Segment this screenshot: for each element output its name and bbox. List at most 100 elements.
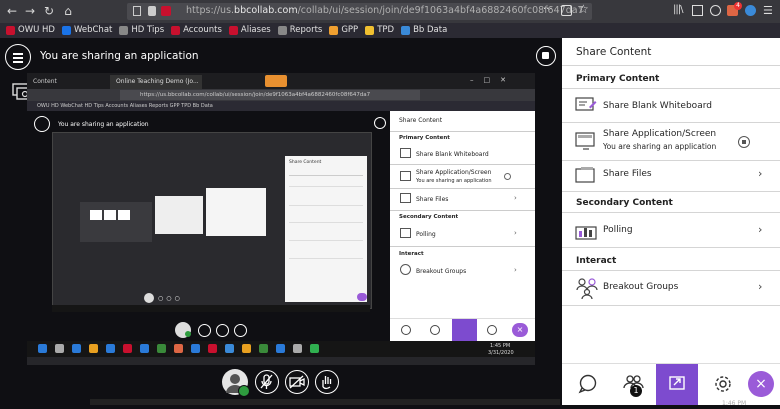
- bookmark-item[interactable]: WebChat: [61, 25, 112, 35]
- taskbar-app-icon: [89, 344, 98, 353]
- bookmark-item[interactable]: HD Tips: [119, 25, 164, 35]
- nested-divider: [289, 175, 363, 176]
- taskbar-app-icon: [140, 344, 149, 353]
- taskbar-app-icon: [123, 344, 132, 353]
- bookmark-icon: [6, 25, 15, 35]
- inner-window-controls: –□✕: [470, 76, 516, 84]
- secondary-content-heading: Secondary Content: [576, 198, 673, 208]
- pocket-icon[interactable]: [561, 5, 572, 16]
- nested-thumb: [118, 210, 130, 220]
- bookmark-icon: [171, 25, 181, 35]
- nested-divider: [289, 205, 363, 206]
- chevron-right-icon: ›: [758, 280, 763, 293]
- stop-sharing-button[interactable]: [536, 46, 556, 66]
- taskbar-app-icon: [259, 344, 268, 353]
- star-icon[interactable]: ☆: [578, 2, 589, 16]
- divider: [562, 65, 780, 66]
- nested-divider: [289, 240, 363, 241]
- taskbar-app-icon: [106, 344, 115, 353]
- share-whiteboard-item[interactable]: Share Blank Whiteboard: [562, 89, 780, 122]
- attendee-count-badge: 1: [630, 385, 642, 397]
- inner-tab-content: Content: [33, 78, 57, 85]
- files-label: Share Files: [603, 169, 652, 179]
- bookmark-item[interactable]: TPD: [365, 25, 394, 35]
- whiteboard-label: Share Blank Whiteboard: [603, 101, 712, 111]
- raise-hand-button[interactable]: [315, 370, 339, 394]
- reload-icon[interactable]: ↻: [41, 3, 57, 19]
- home-icon[interactable]: ⌂: [60, 3, 76, 19]
- inner-status-dot: [185, 331, 191, 337]
- inner-secondary-heading: Secondary Content: [399, 214, 459, 220]
- inner-clock-time: 1:45 PM: [490, 343, 511, 349]
- sharing-status-text: You are sharing an application: [40, 50, 199, 62]
- inner-clock-date: 3/31/2020: [488, 350, 514, 356]
- taskbar-app-icon: [225, 344, 234, 353]
- account-icon[interactable]: [710, 5, 721, 16]
- bookmark-label: GPP: [341, 25, 359, 35]
- application-label: Share Application/Screen: [603, 129, 717, 139]
- chat-icon[interactable]: [577, 373, 599, 395]
- sidebar-icon[interactable]: [692, 5, 703, 16]
- inner-stop-small-icon: [504, 173, 511, 180]
- page-actions-icon[interactable]: ···: [543, 4, 553, 15]
- inner-bookmarks: OWU HD WebChat HD Tips Accounts Aliases …: [27, 101, 535, 111]
- page-info-icon[interactable]: [133, 6, 141, 16]
- menu-icon[interactable]: ☰: [763, 4, 773, 17]
- inner-share-tab: [452, 319, 477, 341]
- share-files-item[interactable]: Share Files ›: [562, 161, 780, 191]
- nested-panel-title: Share Content: [289, 160, 322, 165]
- inner-taskbar-icons: [38, 344, 319, 353]
- inner-chevron-icon: ›: [514, 266, 517, 274]
- extension-globe-icon[interactable]: [745, 5, 756, 16]
- application-status: You are sharing an application: [603, 142, 717, 151]
- inner-menu-icon: [34, 116, 50, 132]
- back-icon[interactable]: ←: [4, 3, 20, 19]
- taskbar-app-icon: [72, 344, 81, 353]
- inner-share-indicator-icon: [265, 75, 287, 87]
- status-badge: [238, 385, 250, 397]
- inner-whiteboard-label: Share Blank Whiteboard: [416, 151, 489, 158]
- session-menu-button[interactable]: [5, 44, 31, 70]
- bookmark-item[interactable]: OWU HD: [6, 25, 55, 35]
- library-icon[interactable]: |||\: [673, 4, 684, 15]
- screen-share-indicator-icon[interactable]: [161, 6, 171, 16]
- inner-divider: [390, 188, 535, 189]
- inner-polling-icon: [400, 228, 411, 238]
- taskbar-app-icon: [191, 344, 200, 353]
- inner-panel-title: Share Content: [399, 117, 443, 124]
- breakout-groups-label: Breakout Groups: [603, 282, 679, 292]
- url-path: /collab/ui/session/join/de9f1063a4bf4a68…: [297, 5, 584, 16]
- url-scheme: https://us.: [186, 5, 235, 16]
- inner-primary-heading: Primary Content: [399, 135, 450, 141]
- nested-screen-level-4: [80, 202, 152, 242]
- polling-item[interactable]: Polling ›: [562, 213, 780, 247]
- bookmark-item[interactable]: Bb Data: [401, 25, 447, 35]
- chevron-right-icon: ›: [758, 223, 763, 236]
- inner-sharing-text: You are sharing an application: [58, 121, 149, 128]
- inner-camera-icon: [216, 324, 229, 337]
- taskbar-app-icon: [38, 344, 47, 353]
- nested-panel-level-4: [155, 196, 203, 234]
- taskbar-app-icon: [174, 344, 183, 353]
- bookmark-icon: [277, 25, 287, 35]
- taskbar-strip: [90, 399, 560, 405]
- url-text[interactable]: https://us.bbcollab.com/collab/ui/sessio…: [186, 5, 584, 16]
- microphone-button[interactable]: [255, 370, 279, 394]
- share-content-tab[interactable]: [656, 364, 698, 405]
- bookmark-item[interactable]: Accounts: [171, 25, 222, 35]
- inner-chevron-icon: ›: [514, 229, 517, 237]
- bookmark-item[interactable]: Aliases: [228, 25, 271, 35]
- forward-icon[interactable]: →: [22, 3, 38, 19]
- settings-icon[interactable]: [712, 373, 734, 395]
- inner-chat-icon: [401, 325, 411, 335]
- bookmark-item[interactable]: Reports: [277, 25, 322, 35]
- breakout-groups-item[interactable]: Breakout Groups ›: [562, 271, 780, 305]
- inner-breakout-icon: [400, 264, 411, 275]
- taskbar-app-icon: [310, 344, 319, 353]
- bookmark-item[interactable]: GPP: [329, 25, 358, 35]
- close-panel-button[interactable]: ×: [748, 371, 774, 397]
- taskbar-app-icon: [157, 344, 166, 353]
- share-application-item[interactable]: Share Application/Screen You are sharing…: [562, 123, 780, 160]
- camera-button[interactable]: [285, 370, 309, 394]
- stop-sharing-icon[interactable]: [738, 136, 750, 148]
